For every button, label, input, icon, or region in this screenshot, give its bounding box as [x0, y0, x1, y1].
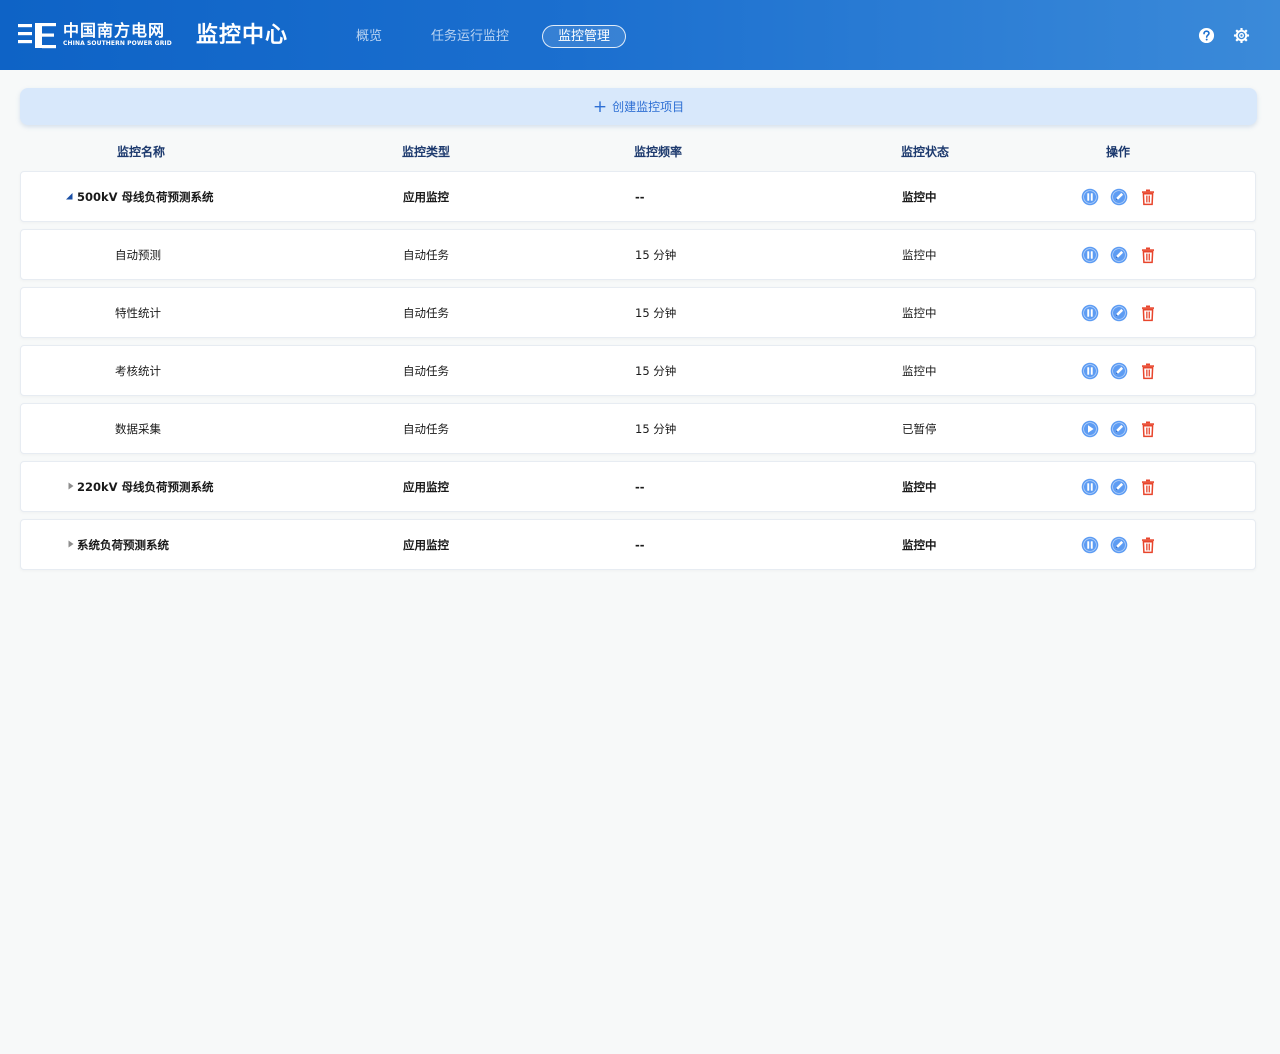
- monitor-type: 自动任务: [403, 248, 449, 262]
- monitor-name: 特性统计: [115, 306, 161, 320]
- brand: 中国南方电网 CHINA SOUTHERN POWER GRID: [63, 21, 172, 48]
- edit-icon[interactable]: [1110, 188, 1128, 206]
- monitor-frequency: 15 分钟: [635, 306, 677, 320]
- table-row: 考核统计 自动任务 15 分钟 监控中: [20, 345, 1256, 396]
- tab-monitor-management[interactable]: 监控管理: [542, 25, 627, 48]
- pause-icon[interactable]: [1081, 478, 1099, 496]
- table-row-group: 系统负荷预测系统 应用监控 -- 监控中: [20, 519, 1256, 570]
- col-actions: 操作: [1106, 145, 1131, 159]
- monitor-status: 监控中: [902, 190, 937, 204]
- monitor-name: 500kV 母线负荷预测系统: [77, 190, 214, 204]
- monitor-status: 监控中: [902, 364, 937, 378]
- app-title: 监控中心: [196, 23, 289, 48]
- monitor-status: 监控中: [902, 306, 937, 320]
- delete-icon[interactable]: [1139, 246, 1157, 264]
- main-nav: 概览 任务运行监控 监控管理: [340, 25, 643, 48]
- caret-collapsed-icon[interactable]: [67, 540, 75, 548]
- table-row-group: 500kV 母线负荷预测系统 应用监控 -- 监控中: [20, 171, 1256, 222]
- monitor-status: 监控中: [902, 248, 937, 262]
- app-header: 中国南方电网 CHINA SOUTHERN POWER GRID 监控中心 概览…: [0, 0, 1280, 70]
- table-row: 数据采集 自动任务 15 分钟 已暂停: [20, 403, 1256, 454]
- monitor-frequency: --: [635, 190, 645, 204]
- monitor-status: 监控中: [902, 480, 937, 494]
- monitor-status: 监控中: [902, 538, 937, 552]
- delete-icon[interactable]: [1139, 536, 1157, 554]
- monitor-name: 系统负荷预测系统: [77, 538, 169, 552]
- caret-expanded-icon[interactable]: [65, 192, 73, 200]
- edit-icon[interactable]: [1110, 478, 1128, 496]
- tab-task-monitoring[interactable]: 任务运行监控: [415, 25, 525, 48]
- gear-icon[interactable]: [1233, 27, 1250, 44]
- edit-icon[interactable]: [1110, 420, 1128, 438]
- monitor-type: 应用监控: [403, 538, 449, 552]
- brand-name-en: CHINA SOUTHERN POWER GRID: [63, 40, 172, 47]
- create-monitor-label: 创建监控项目: [612, 100, 685, 114]
- edit-icon[interactable]: [1110, 362, 1128, 380]
- col-name: 监控名称: [117, 145, 166, 159]
- monitor-type: 自动任务: [403, 422, 449, 436]
- monitor-name: 考核统计: [115, 364, 161, 378]
- table-header: 监控名称 监控类型 监控频率 监控状态 操作: [20, 143, 1257, 161]
- help-icon[interactable]: [1198, 27, 1215, 44]
- pause-icon[interactable]: [1081, 536, 1099, 554]
- brand-name-cn: 中国南方电网: [63, 21, 166, 40]
- delete-icon[interactable]: [1139, 362, 1157, 380]
- monitor-name: 数据采集: [115, 422, 161, 436]
- edit-icon[interactable]: [1110, 246, 1128, 264]
- monitor-type: 自动任务: [403, 306, 449, 320]
- table-row-group: 220kV 母线负荷预测系统 应用监控 -- 监控中: [20, 461, 1256, 512]
- monitor-frequency: --: [635, 480, 645, 494]
- pause-icon[interactable]: [1081, 246, 1099, 264]
- monitor-name: 220kV 母线负荷预测系统: [77, 480, 214, 494]
- delete-icon[interactable]: [1139, 304, 1157, 322]
- edit-icon[interactable]: [1110, 536, 1128, 554]
- pause-icon[interactable]: [1081, 304, 1099, 322]
- create-monitor-button[interactable]: + 创建监控项目: [20, 88, 1257, 125]
- caret-collapsed-icon[interactable]: [67, 482, 75, 490]
- edit-icon[interactable]: [1110, 304, 1128, 322]
- delete-icon[interactable]: [1139, 420, 1157, 438]
- monitor-frequency: --: [635, 538, 645, 552]
- monitor-frequency: 15 分钟: [635, 248, 677, 262]
- tab-overview[interactable]: 概览: [340, 25, 398, 48]
- pause-icon[interactable]: [1081, 188, 1099, 206]
- play-icon[interactable]: [1081, 420, 1099, 438]
- plus-icon: +: [592, 96, 608, 117]
- monitor-type: 自动任务: [403, 364, 449, 378]
- pause-icon[interactable]: [1081, 362, 1099, 380]
- col-type: 监控类型: [402, 145, 451, 159]
- monitor-type: 应用监控: [403, 190, 449, 204]
- monitor-frequency: 15 分钟: [635, 422, 677, 436]
- monitor-name: 自动预测: [115, 248, 161, 262]
- table-row: 自动预测 自动任务 15 分钟 监控中: [20, 229, 1256, 280]
- csg-logo-icon: [18, 23, 56, 49]
- monitor-type: 应用监控: [403, 480, 449, 494]
- col-frequency: 监控频率: [634, 145, 683, 159]
- monitor-status: 已暂停: [902, 422, 937, 436]
- col-status: 监控状态: [901, 145, 950, 159]
- delete-icon[interactable]: [1139, 188, 1157, 206]
- monitor-frequency: 15 分钟: [635, 364, 677, 378]
- table-row: 特性统计 自动任务 15 分钟 监控中: [20, 287, 1256, 338]
- delete-icon[interactable]: [1139, 478, 1157, 496]
